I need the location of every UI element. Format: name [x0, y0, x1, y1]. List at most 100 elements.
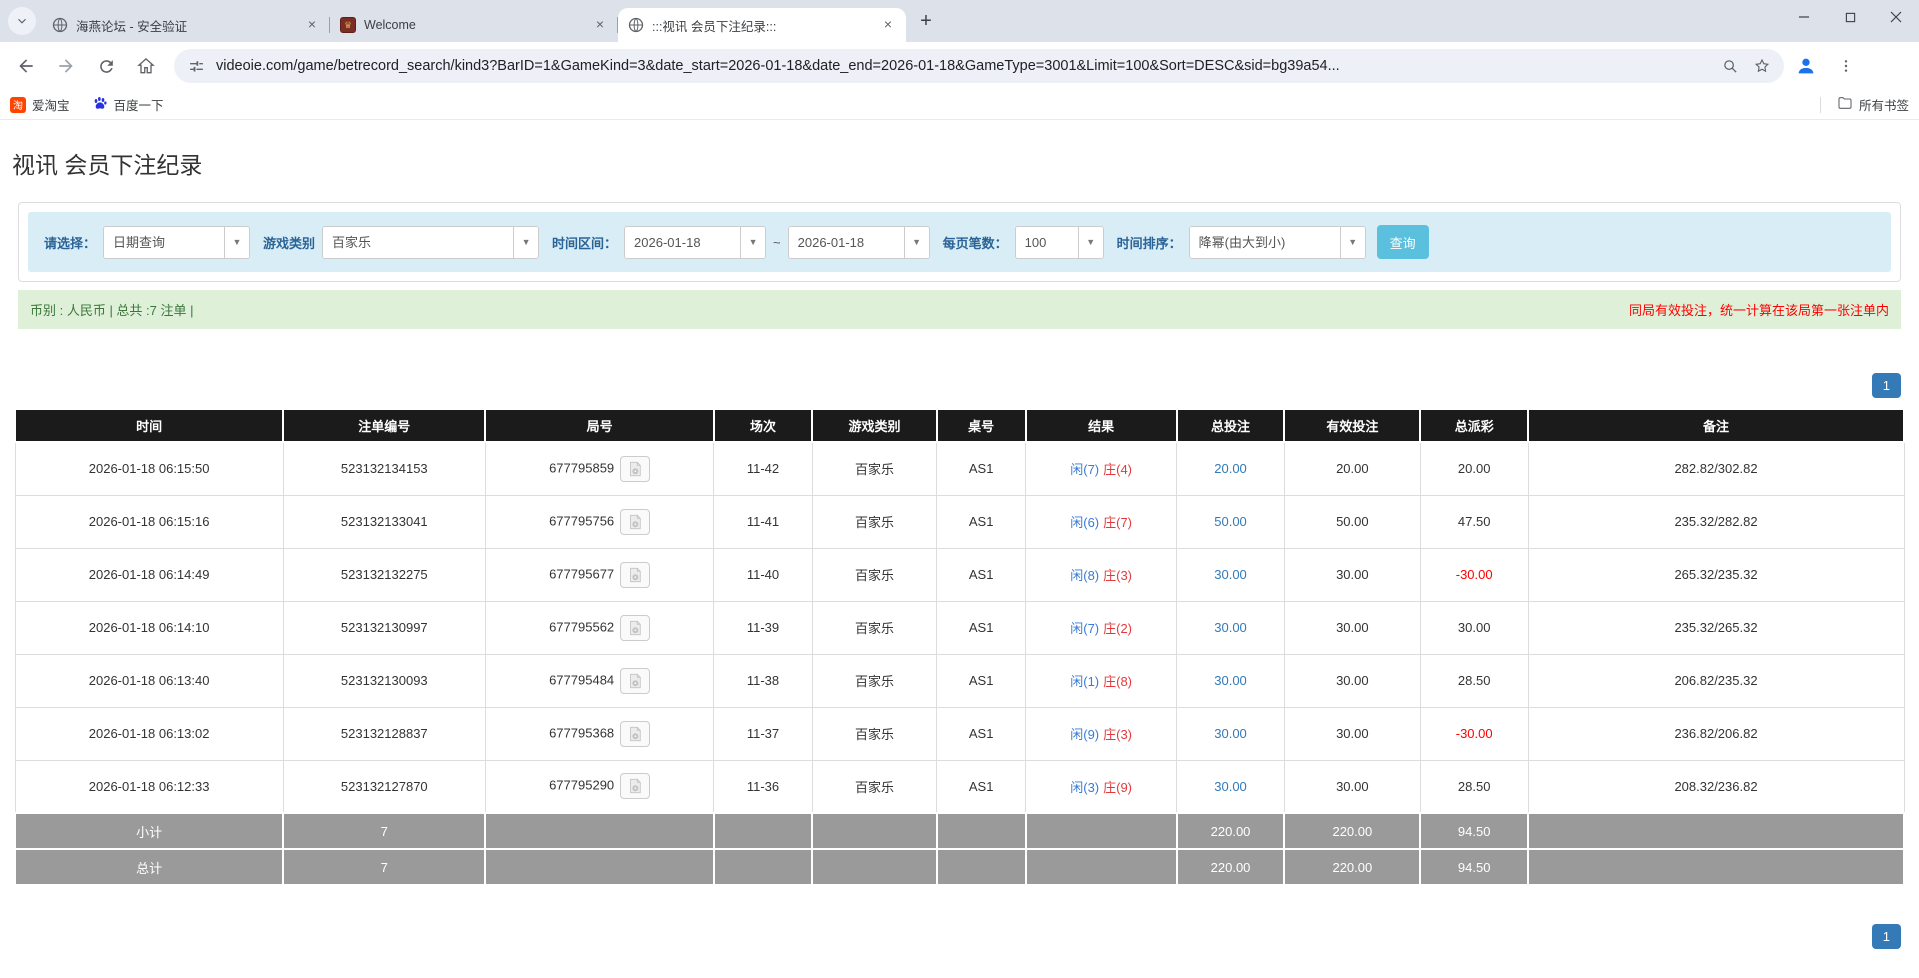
date-from-input[interactable]: 2026-01-18 ▼ [624, 226, 766, 259]
total-bet-link[interactable]: 30.00 [1214, 567, 1247, 582]
chevron-down-icon[interactable]: ▼ [224, 227, 249, 258]
cell-note: 282.82/302.82 [1528, 442, 1904, 495]
total-bet-link[interactable]: 20.00 [1214, 461, 1247, 476]
column-header-5: 桌号 [937, 409, 1026, 442]
home-icon[interactable] [128, 48, 164, 84]
game-category-select[interactable]: 百家乐 ▼ [322, 226, 539, 259]
video-replay-icon[interactable] [620, 562, 650, 588]
filter-panel: 请选择： 日期查询 ▼ 游戏类别 百家乐 ▼ 时间区间： 2026-01-18 … [18, 202, 1901, 282]
cell-bet-number: 523132132275 [283, 548, 485, 601]
cell-table-number: AS1 [937, 601, 1026, 654]
footer-cell-3 [714, 849, 812, 885]
tab-title: :::视讯 会员下注纪录::: [652, 16, 872, 35]
cell-valid-bet: 50.00 [1284, 495, 1420, 548]
bookmark-baidu[interactable]: 百度一下 [92, 95, 164, 114]
column-header-0: 时间 [15, 409, 283, 442]
bet-record-row: 2026-01-18 06:13:40523132130093677795484… [15, 654, 1904, 707]
time-sort-select[interactable]: 降幂(由大到小) ▼ [1189, 226, 1366, 259]
browser-menu-icon[interactable] [1828, 48, 1864, 84]
footer-cell-10 [1528, 813, 1904, 849]
cell-bet-number: 523132130997 [283, 601, 485, 654]
column-header-10: 备注 [1528, 409, 1904, 442]
cell-total-payout: 30.00 [1420, 601, 1528, 654]
date-to-input[interactable]: 2026-01-18 ▼ [788, 226, 930, 259]
url-text[interactable]: videoie.com/game/betrecord_search/kind3?… [216, 58, 1710, 74]
video-replay-icon[interactable] [620, 668, 650, 694]
video-replay-icon[interactable] [620, 456, 650, 482]
tab-close-icon[interactable]: × [592, 17, 608, 33]
window-maximize-button[interactable] [1827, 0, 1873, 34]
cell-result: 闲(6)庄(7) [1026, 495, 1177, 548]
profile-avatar-icon[interactable] [1788, 48, 1824, 84]
page-size-select[interactable]: 100 ▼ [1015, 226, 1104, 259]
total-bet-link[interactable]: 30.00 [1214, 620, 1247, 635]
total-bet-link[interactable]: 30.00 [1214, 779, 1247, 794]
new-tab-button[interactable]: + [912, 7, 940, 35]
forward-icon[interactable] [48, 48, 84, 84]
back-icon[interactable] [8, 48, 44, 84]
bookmark-aitaobao[interactable]: 淘 爱淘宝 [10, 95, 70, 114]
cell-bet-number: 523132133041 [283, 495, 485, 548]
page-1-button[interactable]: 1 [1872, 924, 1901, 949]
cell-round-number: 677795562 [485, 601, 714, 654]
cell-game-category: 百家乐 [812, 548, 937, 601]
all-bookmarks[interactable]: 所有书签 [1820, 95, 1909, 114]
total-bet-link[interactable]: 30.00 [1214, 726, 1247, 741]
window-minimize-button[interactable] [1781, 0, 1827, 34]
globe-icon [52, 17, 68, 33]
tab-bet-records-active[interactable]: :::视讯 会员下注纪录::: × [618, 8, 906, 42]
cell-time: 2026-01-18 06:13:02 [15, 707, 283, 760]
bookmark-star-icon[interactable] [1750, 54, 1774, 78]
page-1-button[interactable]: 1 [1872, 373, 1901, 398]
baidu-paw-icon [92, 95, 108, 114]
cell-total-bet: 50.00 [1177, 495, 1285, 548]
result-player: 闲(1) [1070, 674, 1099, 689]
zoom-icon[interactable] [1718, 54, 1742, 78]
result-player: 闲(9) [1070, 727, 1099, 742]
search-button[interactable]: 查询 [1377, 225, 1429, 259]
reload-icon[interactable] [88, 48, 124, 84]
cell-time: 2026-01-18 06:13:40 [15, 654, 283, 707]
chevron-down-icon[interactable]: ▼ [1078, 227, 1103, 258]
chevron-down-icon[interactable]: ▼ [513, 227, 538, 258]
tab-close-icon[interactable]: × [304, 17, 320, 33]
bet-record-row: 2026-01-18 06:12:33523132127870677795290… [15, 760, 1904, 813]
query-type-select[interactable]: 日期查询 ▼ [103, 226, 250, 259]
result-banker: 庄(3) [1103, 727, 1132, 742]
cell-bet-number: 523132128837 [283, 707, 485, 760]
grand-total-row: 总计7220.00220.0094.50 [15, 849, 1904, 885]
tab-haiyan-forum[interactable]: 海燕论坛 - 安全验证 × [42, 8, 330, 42]
filter-bar: 请选择： 日期查询 ▼ 游戏类别 百家乐 ▼ 时间区间： 2026-01-18 … [28, 212, 1891, 272]
total-bet-link[interactable]: 30.00 [1214, 673, 1247, 688]
address-bar[interactable]: videoie.com/game/betrecord_search/kind3?… [174, 49, 1784, 83]
cell-round-number: 677795368 [485, 707, 714, 760]
column-header-4: 游戏类别 [812, 409, 937, 442]
page-size-label: 每页笔数： [943, 233, 1008, 252]
tab-close-icon[interactable]: × [880, 17, 896, 33]
result-banker: 庄(2) [1103, 621, 1132, 636]
chevron-down-icon[interactable]: ▼ [1340, 227, 1365, 258]
cell-valid-bet: 20.00 [1284, 442, 1420, 495]
select-type-label: 请选择： [44, 233, 96, 252]
cell-result: 闲(1)庄(8) [1026, 654, 1177, 707]
chevron-down-icon[interactable]: ▼ [904, 227, 929, 258]
tab-welcome[interactable]: ♛ Welcome × [330, 8, 618, 42]
window-close-button[interactable] [1873, 0, 1919, 34]
summary-bar: 币别 : 人民币 | 总共 :7 注单 | 同局有效投注，统一计算在该局第一张注… [18, 290, 1901, 329]
bookmark-label: 爱淘宝 [32, 95, 70, 114]
video-replay-icon[interactable] [620, 721, 650, 747]
cell-valid-bet: 30.00 [1284, 601, 1420, 654]
cell-valid-bet: 30.00 [1284, 707, 1420, 760]
total-bet-link[interactable]: 50.00 [1214, 514, 1247, 529]
footer-cell-10 [1528, 849, 1904, 885]
video-replay-icon[interactable] [620, 615, 650, 641]
video-replay-icon[interactable] [620, 773, 650, 799]
cell-result: 闲(3)庄(9) [1026, 760, 1177, 813]
video-replay-icon[interactable] [620, 509, 650, 535]
bookmark-label: 百度一下 [114, 95, 164, 114]
cell-time: 2026-01-18 06:15:50 [15, 442, 283, 495]
bookmarks-bar: 淘 爱淘宝 百度一下 所有书签 [0, 90, 1919, 120]
chevron-down-icon[interactable]: ▼ [740, 227, 765, 258]
tab-search-chevron-icon[interactable] [8, 7, 36, 35]
site-settings-icon[interactable] [184, 54, 208, 78]
